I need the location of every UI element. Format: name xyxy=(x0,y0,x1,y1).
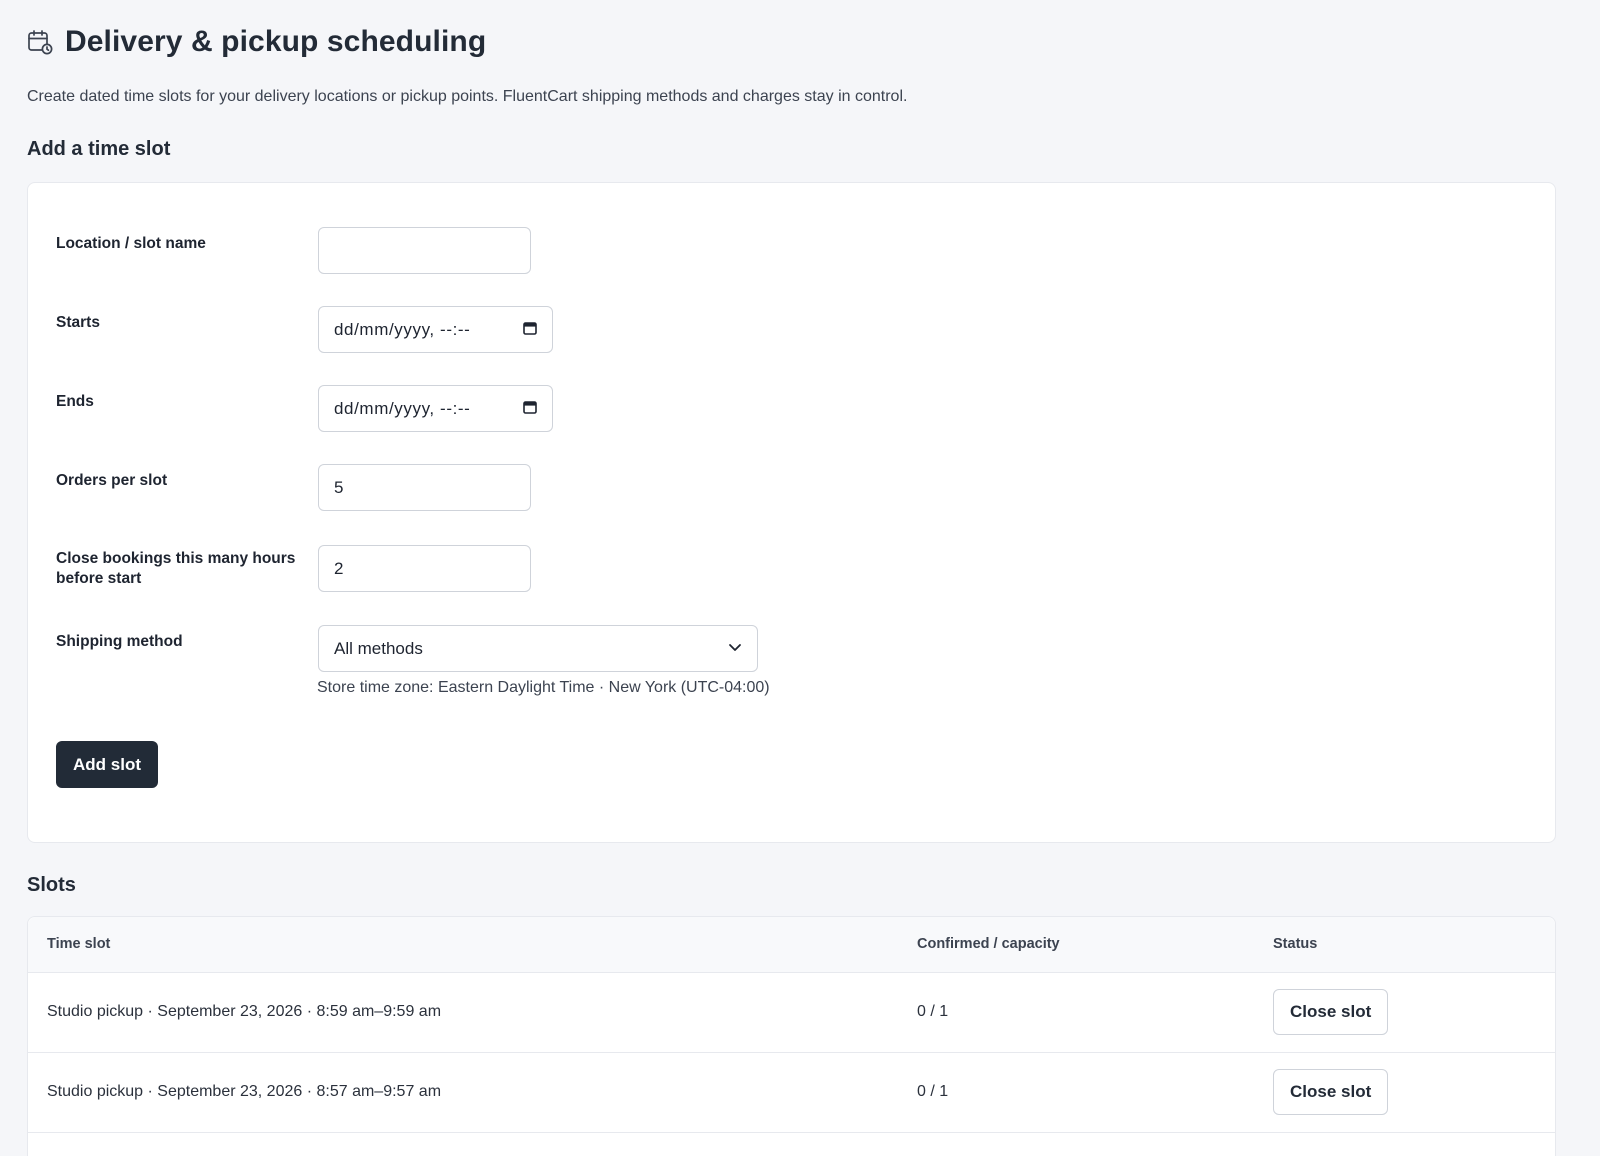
time-slot-cell: Studio pickup · September 23, 2026 · 8:5… xyxy=(47,1003,442,1020)
shipping-method-label: Shipping method xyxy=(56,633,183,650)
page-subtitle: Create dated time slots for your deliver… xyxy=(27,88,908,105)
capacity-cell: 0 / 1 xyxy=(917,1083,949,1100)
ends-datetime-input[interactable]: dd/mm/yyyy, --:-- xyxy=(318,385,553,432)
slots-heading: Slots xyxy=(27,874,76,896)
column-status: Status xyxy=(1273,936,1318,952)
timezone-note: Store time zone: Eastern Daylight Time ·… xyxy=(317,679,770,696)
capacity-cell: 0 / 1 xyxy=(917,1003,949,1020)
column-capacity: Confirmed / capacity xyxy=(917,936,1060,952)
close-hours-input[interactable] xyxy=(318,545,531,592)
slot-name-input[interactable] xyxy=(318,227,531,274)
add-slot-heading: Add a time slot xyxy=(27,138,171,160)
page-title: Delivery & pickup scheduling xyxy=(65,25,487,58)
shipping-method-select[interactable]: All methods xyxy=(318,625,758,672)
slot-name-label: Location / slot name xyxy=(56,235,206,252)
close-hours-label: Close bookings this many hours before st… xyxy=(56,550,296,587)
slots-table: Time slot Confirmed / capacity Status St… xyxy=(27,916,1556,1156)
chevron-down-icon xyxy=(728,639,742,659)
ends-placeholder: dd/mm/yyyy, --:-- xyxy=(334,398,471,418)
column-time-slot: Time slot xyxy=(47,936,111,952)
add-slot-form: Location / slot name Starts dd/mm/yyyy, … xyxy=(27,182,1556,843)
page-header: Delivery & pickup scheduling xyxy=(27,0,1600,84)
ends-label: Ends xyxy=(56,393,94,410)
shipping-method-value: All methods xyxy=(334,638,423,658)
table-row: Studio pickup · September 23, 2026 · 8:5… xyxy=(28,973,1555,1053)
close-slot-button[interactable]: Close slot xyxy=(1273,989,1389,1035)
table-row: Studio pickup · September 23, 2026 · 8:5… xyxy=(28,1053,1555,1133)
close-slot-button[interactable]: Close slot xyxy=(1273,1069,1389,1115)
starts-label: Starts xyxy=(56,314,100,331)
starts-placeholder: dd/mm/yyyy, --:-- xyxy=(334,319,471,339)
calendar-icon[interactable] xyxy=(523,399,537,419)
orders-per-slot-input[interactable] xyxy=(318,464,531,511)
table-header: Time slot Confirmed / capacity Status xyxy=(28,917,1555,973)
calendar-clock-icon xyxy=(27,29,53,55)
add-slot-button[interactable]: Add slot xyxy=(56,741,158,788)
orders-per-slot-label: Orders per slot xyxy=(56,472,168,489)
calendar-icon[interactable] xyxy=(523,320,537,340)
page: Delivery & pickup scheduling Create date… xyxy=(0,0,1600,1156)
starts-datetime-input[interactable]: dd/mm/yyyy, --:-- xyxy=(318,306,553,353)
time-slot-cell: Studio pickup · September 23, 2026 · 8:5… xyxy=(47,1083,442,1100)
